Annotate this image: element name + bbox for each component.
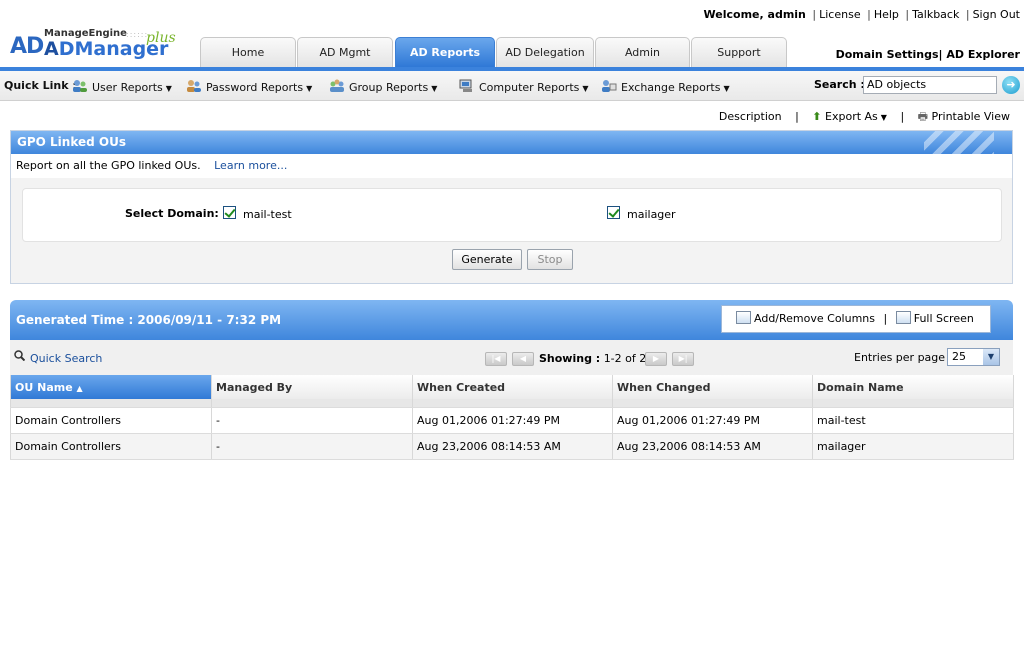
next-page-button[interactable]: ▶ xyxy=(645,352,667,366)
quick-search-link[interactable]: Quick Search xyxy=(30,352,102,365)
full-screen-link[interactable]: Full Screen xyxy=(914,312,974,325)
tab-ad-delegation[interactable]: AD Delegation xyxy=(496,37,594,67)
ad-explorer-link[interactable]: AD Explorer xyxy=(946,48,1020,61)
cell-when-created: Aug 01,2006 01:27:49 PM xyxy=(412,407,613,434)
prev-page-button[interactable]: ◀ xyxy=(512,352,534,366)
sign-out-link[interactable]: Sign Out xyxy=(973,8,1020,21)
search-input[interactable]: AD objects xyxy=(863,76,997,94)
generated-time: Generated Time : 2006/09/11 - 7:32 PM xyxy=(16,313,282,327)
report-title: GPO Linked OUs xyxy=(11,131,1012,154)
stop-button[interactable]: Stop xyxy=(527,249,573,270)
tab-ad-reports[interactable]: AD Reports xyxy=(395,37,495,67)
users-icon xyxy=(72,79,88,93)
domain-name-mail-test: mail-test xyxy=(243,208,292,221)
domain-selection-box: Select Domain: mail-test mailager xyxy=(22,188,1002,242)
tab-home[interactable]: Home xyxy=(200,37,296,67)
admanager-logo: ManageEngine :::::: AD ADManager plus xyxy=(10,28,176,60)
results-table: OU Name ▲ Managed By When Created When C… xyxy=(10,375,1014,460)
group-icon xyxy=(329,79,345,93)
column-header-when-changed[interactable]: When Changed xyxy=(612,375,813,399)
top-links: Welcome, admin | License | Help | Talkback … xyxy=(703,8,1020,21)
help-link[interactable]: Help xyxy=(874,8,899,21)
exchange-icon xyxy=(601,79,617,93)
welcome-text: Welcome, admin xyxy=(703,8,806,21)
export-as-menu[interactable]: Export As ▼ xyxy=(825,110,887,123)
column-header-managed-by[interactable]: Managed By xyxy=(211,375,413,399)
cell-when-changed: Aug 01,2006 01:27:49 PM xyxy=(612,407,813,434)
quick-link-exchange-reports[interactable]: Exchange Reports ▼ xyxy=(601,79,730,94)
generate-button[interactable]: Generate xyxy=(452,249,522,270)
pagination-row: Quick Search |◀ ◀ Showing : 1-2 of 2 ▶ ▶… xyxy=(10,340,1013,375)
cell-ou-name: Domain Controllers xyxy=(10,407,212,434)
results-header: Generated Time : 2006/09/11 - 7:32 PM Ad… xyxy=(10,300,1013,340)
showing-text: Showing : 1-2 of 2 xyxy=(539,352,647,365)
search-go-button[interactable]: ➜ xyxy=(1002,76,1020,94)
domain-name-mailager: mailager xyxy=(627,208,676,221)
table-row[interactable]: Domain Controllers - Aug 23,2006 08:14:5… xyxy=(10,433,1014,460)
entries-per-page-select[interactable]: 25 ▼ xyxy=(947,348,1000,366)
talkback-link[interactable]: Talkback xyxy=(912,8,959,21)
quick-link-password-reports[interactable]: Password Reports ▼ xyxy=(186,79,312,94)
learn-more-link[interactable]: Learn more... xyxy=(214,159,287,172)
header-stripes xyxy=(924,131,994,154)
domain-checkbox-mailager[interactable] xyxy=(607,206,620,219)
column-tools: Add/Remove Columns | Full Screen xyxy=(721,305,991,333)
tab-support[interactable]: Support xyxy=(691,37,787,67)
report-description: Report on all the GPO linked OUs. xyxy=(16,159,201,172)
cell-when-changed: Aug 23,2006 08:14:53 AM xyxy=(612,433,813,460)
description-link[interactable]: Description xyxy=(719,110,782,123)
select-domain-label: Select Domain: xyxy=(125,207,219,220)
add-remove-columns-link[interactable]: Add/Remove Columns xyxy=(754,312,875,325)
first-page-button[interactable]: |◀ xyxy=(485,352,507,366)
search-label: Search : xyxy=(814,78,865,91)
quick-link-label: Quick Link : xyxy=(4,79,77,92)
cell-domain-name: mail-test xyxy=(812,407,1014,434)
cell-managed-by: - xyxy=(211,407,413,434)
quick-link-computer-reports[interactable]: Computer Reports ▼ xyxy=(459,79,589,94)
last-page-button[interactable]: ▶| xyxy=(672,352,694,366)
tab-ad-mgmt[interactable]: AD Mgmt xyxy=(297,37,393,67)
license-link[interactable]: License xyxy=(819,8,860,21)
full-screen-icon xyxy=(895,311,911,324)
column-header-ou-name[interactable]: OU Name ▲ xyxy=(10,375,212,399)
printable-view-link[interactable]: Printable View xyxy=(932,110,1010,123)
column-header-when-created[interactable]: When Created xyxy=(412,375,613,399)
domain-checkbox-mail-test[interactable] xyxy=(223,206,236,219)
edit-columns-icon xyxy=(736,311,751,324)
results-panel: Generated Time : 2006/09/11 - 7:32 PM Ad… xyxy=(10,300,1014,460)
report-actions: Description | ⬆ Export As ▼ | 🖶 Printable… xyxy=(718,110,1010,123)
domain-settings-link[interactable]: Domain Settings xyxy=(836,48,939,61)
computer-icon xyxy=(459,79,475,93)
chevron-down-icon: ▼ xyxy=(983,349,999,365)
export-icon: ⬆ xyxy=(812,110,822,123)
cell-managed-by: - xyxy=(211,433,413,460)
domain-links: Domain Settings| AD Explorer xyxy=(835,48,1020,61)
quick-link-user-reports[interactable]: User Reports ▼ xyxy=(72,79,172,94)
quick-link-group-reports[interactable]: Group Reports ▼ xyxy=(329,79,437,94)
report-panel: GPO Linked OUs Report on all the GPO lin… xyxy=(10,130,1013,284)
search-icon xyxy=(14,350,26,364)
cell-ou-name: Domain Controllers xyxy=(10,433,212,460)
report-description-row: Report on all the GPO linked OUs. Learn … xyxy=(11,154,1012,178)
table-row[interactable]: Domain Controllers - Aug 01,2006 01:27:4… xyxy=(10,407,1014,434)
password-users-icon xyxy=(186,79,202,93)
cell-when-created: Aug 23,2006 08:14:53 AM xyxy=(412,433,613,460)
cell-domain-name: mailager xyxy=(812,433,1014,460)
sort-asc-icon: ▲ xyxy=(76,383,83,393)
column-header-domain-name[interactable]: Domain Name xyxy=(812,375,1014,399)
printer-icon: 🖶 xyxy=(917,110,929,123)
entries-per-page-label: Entries per page xyxy=(854,351,946,364)
tab-admin[interactable]: Admin xyxy=(595,37,690,67)
